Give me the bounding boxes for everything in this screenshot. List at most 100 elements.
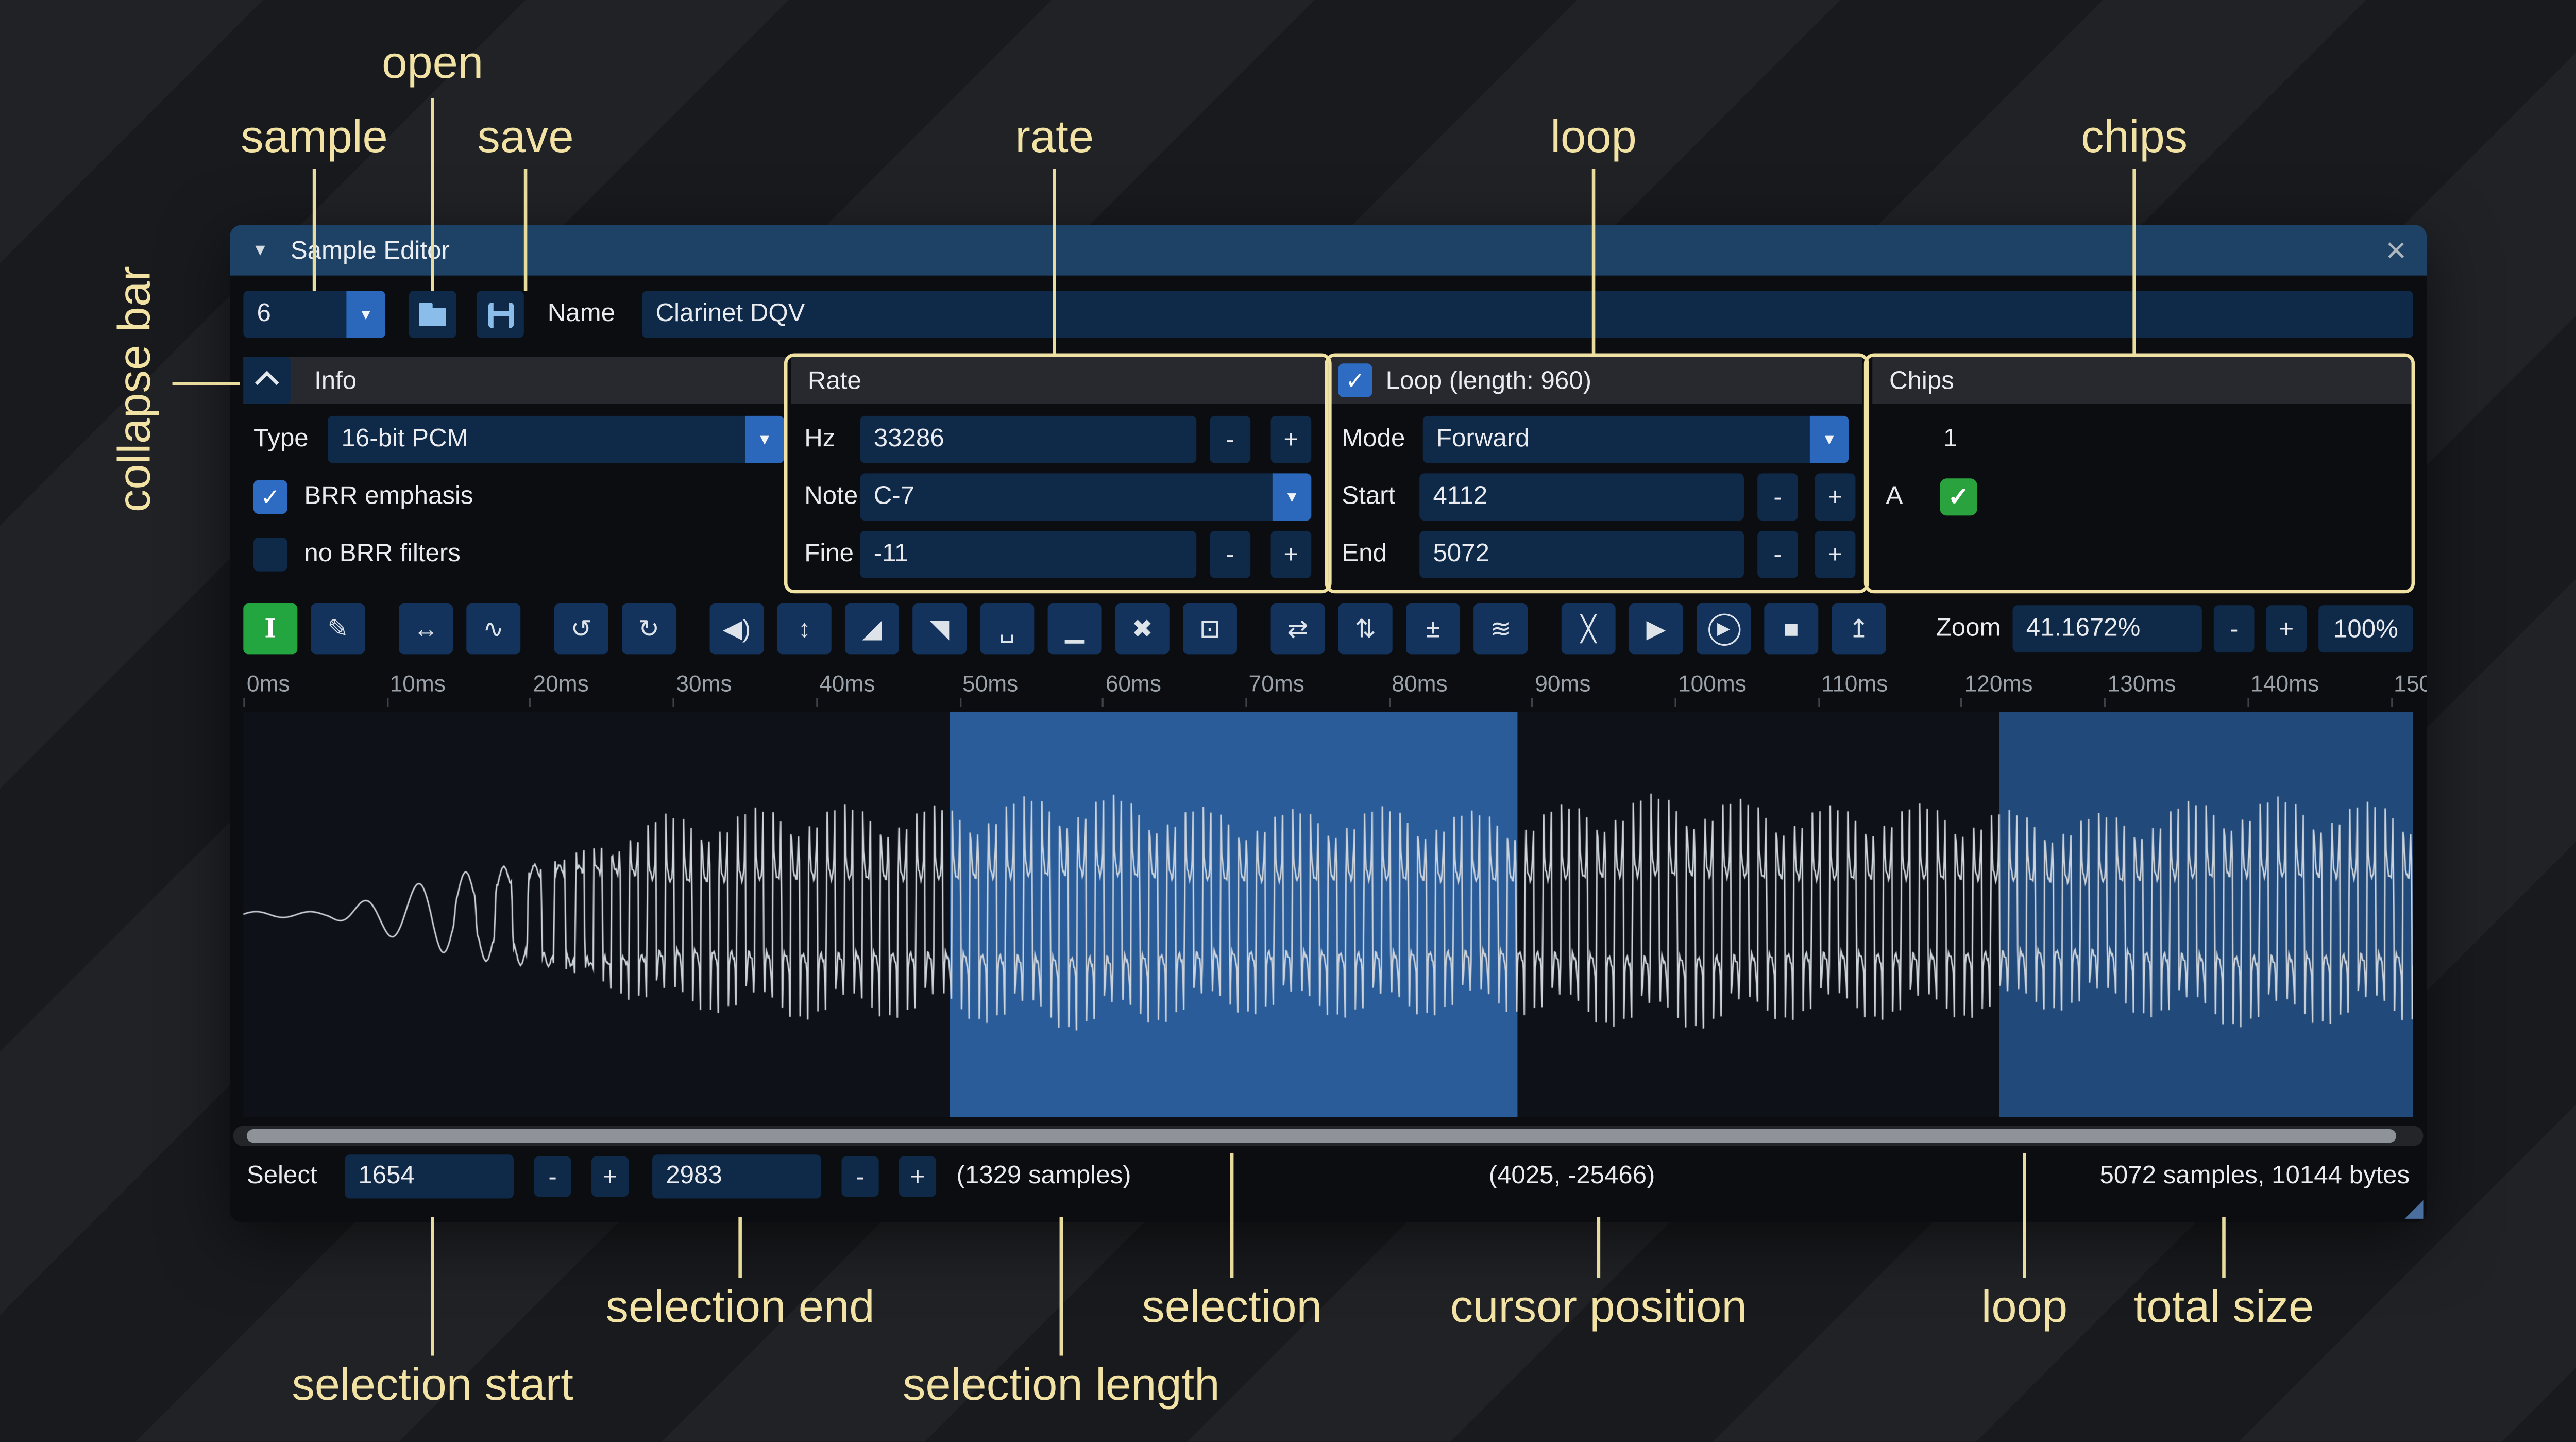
loop-mode-select[interactable]: Forward ▼ (1423, 416, 1849, 463)
fine-row: Fine -11 - + (791, 531, 1325, 578)
no-brr-filters-checkbox[interactable] (253, 538, 287, 572)
sample-name-input[interactable]: Clarinet DQV (642, 291, 2413, 338)
timeline-label: 0ms (247, 671, 290, 696)
stop-preview-button[interactable]: ■ (1764, 603, 1818, 654)
loop-start-increase-button[interactable]: + (1815, 473, 1856, 521)
loop-end-decrease-button[interactable]: - (1757, 531, 1798, 578)
waveform-canvas[interactable] (243, 712, 2413, 1117)
edit-mode-select-button[interactable]: I (243, 603, 297, 654)
timeline-tick (673, 698, 674, 707)
apply-filter-button[interactable]: ≋ (1473, 603, 1528, 654)
waveform-scrollbar[interactable] (233, 1126, 2424, 1146)
selection-start-decrease-button[interactable]: - (534, 1156, 571, 1197)
loop-end-increase-button[interactable]: + (1815, 531, 1856, 578)
hz-decrease-button[interactable]: - (1210, 416, 1250, 463)
chip-enable-checkbox[interactable]: ✓ (1940, 478, 1977, 515)
selection-start-input[interactable]: 1654 (345, 1154, 514, 1198)
trim-button[interactable]: ⊡ (1183, 603, 1237, 654)
close-icon[interactable]: × (2385, 232, 2406, 268)
sample-type-dropdown-button[interactable]: ▼ (745, 416, 784, 463)
annotation-selection-length: selection length (903, 1359, 1219, 1412)
loop-enable-checkbox[interactable]: ✓ (1338, 363, 1372, 397)
titlebar[interactable]: ▼ Sample Editor × (230, 225, 2427, 275)
create-instrument-from-sample-button[interactable]: ↥ (1832, 603, 1886, 654)
reverse-button[interactable]: ⇄ (1271, 603, 1325, 654)
hz-row: Hz 33286 - + (791, 416, 1325, 463)
edit-mode-draw-button[interactable]: ✎ (311, 603, 365, 654)
timeline-tick (1674, 698, 1676, 707)
brr-emphasis-checkbox[interactable]: ✓ (253, 480, 287, 514)
invert-button[interactable]: ⇅ (1338, 603, 1393, 654)
zoom-input[interactable]: 41.1672% (2012, 605, 2201, 652)
apply-silence-button[interactable]: ▁ (1048, 603, 1102, 654)
sample-slot-dropdown-button[interactable]: ▼ (346, 291, 385, 338)
scrollbar-thumb[interactable] (247, 1129, 2396, 1143)
fine-decrease-button[interactable]: - (1210, 531, 1250, 578)
type-row: Type 16-bit PCM ▼ (243, 416, 787, 463)
selection-start-value: 1654 (345, 1154, 514, 1198)
window-collapse-icon[interactable]: ▼ (252, 241, 268, 259)
save-icon (487, 301, 513, 327)
note-select[interactable]: C-7 ▼ (860, 473, 1312, 521)
sample-type-select[interactable]: 16-bit PCM ▼ (328, 416, 784, 463)
selection-end-input[interactable]: 2983 (652, 1154, 821, 1198)
zoom-value: 41.1672% (2012, 605, 2201, 652)
preview-sample-button[interactable]: ▶ (1629, 603, 1683, 654)
fine-input[interactable]: -11 (860, 531, 1197, 578)
open-sample-button[interactable] (409, 291, 456, 338)
leader-line-selection-end (738, 1217, 742, 1278)
leader-line-loop-bottom (2023, 1153, 2026, 1278)
chevron-down-icon: ▼ (358, 306, 373, 323)
delete-button[interactable]: ✖ (1115, 603, 1170, 654)
annotation-collapse-bar: collapse bar (105, 254, 165, 524)
preview-sample-loop-button[interactable]: ▶ (1697, 603, 1751, 654)
toolbar-buttons: I ✎ ↔ ∿ ↺ ↻ ◀) ↕ ◢ ◥ ␣ ▁ ✖ ⊡ ⇄ ⇅ ± ≋ ╳ ▶ ▶ ■ ↥ (243, 603, 1899, 654)
crossfade-loop-points-button[interactable]: ╳ (1562, 603, 1616, 654)
leader-line-chips (2132, 169, 2136, 354)
timeline-tick (386, 698, 388, 707)
timeline-ruler[interactable]: 0ms10ms20ms30ms40ms50ms60ms70ms80ms90ms1… (230, 664, 2427, 708)
zoom-out-button[interactable]: - (2214, 605, 2255, 652)
save-sample-button[interactable] (477, 291, 524, 338)
undo-button[interactable]: ↺ (554, 603, 608, 654)
annotation-selection: selection (1142, 1281, 1322, 1334)
waveform-area[interactable] (243, 712, 2413, 1117)
normalize-button[interactable]: ↕ (777, 603, 832, 654)
timeline-label: 60ms (1106, 671, 1161, 696)
hz-increase-button[interactable]: + (1271, 416, 1312, 463)
chips-header: Chips (1872, 357, 2413, 404)
loop-end-input[interactable]: 5072 (1419, 531, 1744, 578)
resize-button[interactable]: ↔ (399, 603, 453, 654)
timeline-tick (1961, 698, 1962, 707)
info-collapse-button[interactable] (243, 357, 291, 404)
zoom-reset-button[interactable]: 100% (2318, 605, 2413, 652)
leader-line-selection-length (1060, 1217, 1063, 1356)
hz-input[interactable]: 33286 (860, 416, 1197, 463)
fade-in-button[interactable]: ◢ (845, 603, 899, 654)
leader-line-open (431, 98, 434, 291)
timeline-label: 120ms (1964, 671, 2033, 696)
insert-silence-button[interactable]: ␣ (980, 603, 1034, 654)
amplify-button[interactable]: ◀) (710, 603, 764, 654)
loop-start-decrease-button[interactable]: - (1757, 473, 1798, 521)
note-dropdown-button[interactable]: ▼ (1273, 473, 1311, 521)
fine-increase-button[interactable]: + (1271, 531, 1312, 578)
selection-start-increase-button[interactable]: + (591, 1156, 629, 1197)
fade-out-icon: ◥ (930, 614, 950, 644)
chip-a-row: A ✓ (1872, 473, 2413, 521)
selection-end-increase-button[interactable]: + (899, 1156, 936, 1197)
loop-mode-dropdown-button[interactable]: ▼ (1810, 416, 1849, 463)
zoom-in-button[interactable]: + (2266, 605, 2307, 652)
redo-button[interactable]: ↻ (622, 603, 676, 654)
apply-silence-icon: ▁ (1065, 614, 1084, 644)
resample-button[interactable]: ∿ (466, 603, 520, 654)
desktop-background: ▼ Sample Editor × 6 ▼ Name Clarinet DQV … (0, 0, 2576, 1442)
annotation-cursor-position: cursor position (1450, 1281, 1747, 1334)
sample-slot-select[interactable]: 6 ▼ (243, 291, 385, 338)
resize-grip[interactable] (2404, 1200, 2423, 1219)
loop-start-input[interactable]: 4112 (1419, 473, 1744, 521)
selection-end-decrease-button[interactable]: - (841, 1156, 878, 1197)
sign-exchange-button[interactable]: ± (1406, 603, 1460, 654)
fade-out-button[interactable]: ◥ (912, 603, 967, 654)
annotation-open: open (382, 37, 483, 90)
